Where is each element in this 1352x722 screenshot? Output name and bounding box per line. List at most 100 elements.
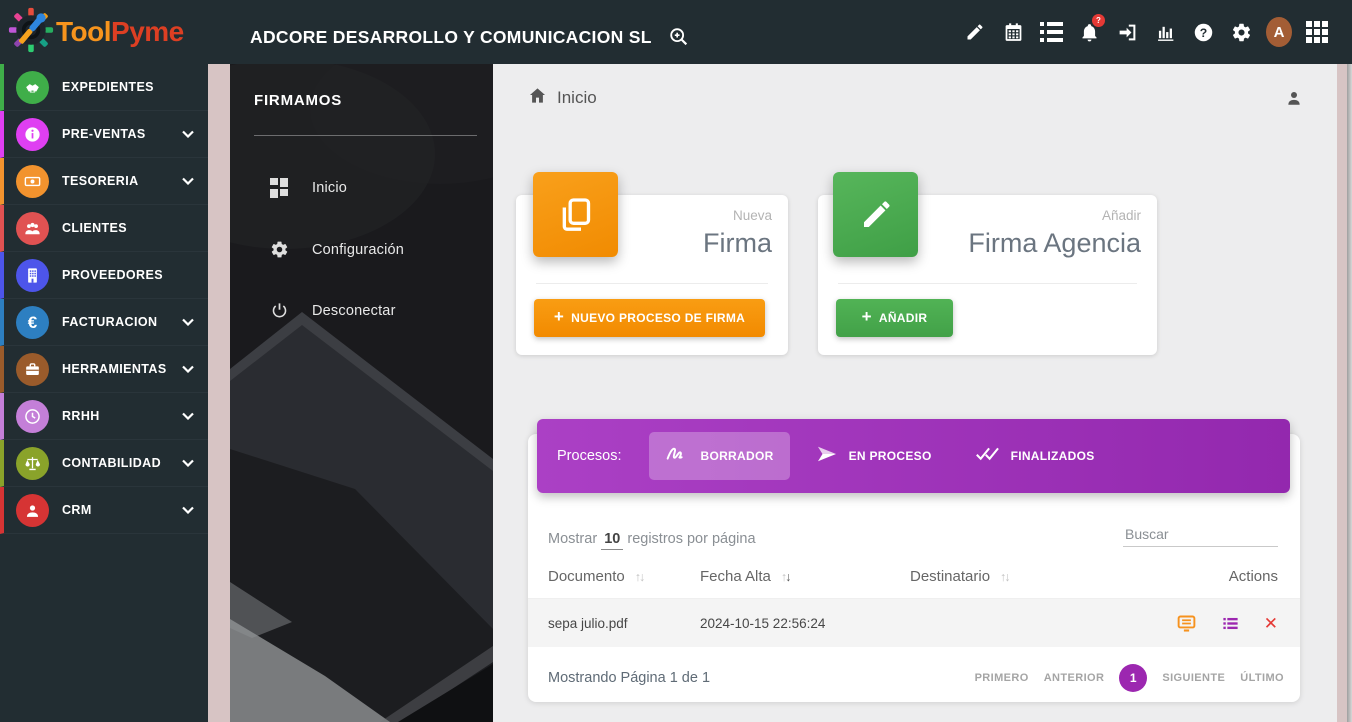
list-detail-icon[interactable] <box>1221 614 1240 633</box>
card-subtitle: Nueva <box>733 208 772 223</box>
scales-icon <box>16 447 49 480</box>
pencil-icon <box>833 172 918 257</box>
sidebar-item-contabilidad[interactable]: CONTABILIDAD <box>0 440 208 487</box>
sidebar-item-label: CRM <box>62 503 92 517</box>
column-header-fecha-alta[interactable]: Fecha Alta↑↓ <box>700 568 910 585</box>
cell-fecha-alta: 2024-10-15 22:56:24 <box>700 616 910 631</box>
sidebar-item-proveedores[interactable]: PROVEEDORES <box>0 252 208 299</box>
euro-icon: € <box>16 306 49 339</box>
chevron-down-icon <box>182 459 194 467</box>
sidebar-item-label: CONTABILIDAD <box>62 456 161 470</box>
sidebar-item-label: HERRAMIENTAS <box>62 362 167 376</box>
svg-text:?: ? <box>1199 25 1206 39</box>
pagination-previous[interactable]: ANTERIOR <box>1044 672 1105 684</box>
sidebar-item-label: PROVEEDORES <box>62 268 163 282</box>
panel-item-label: Desconectar <box>312 303 396 319</box>
table-row: sepa julio.pdf 2024-10-15 22:56:24 ✕ <box>528 599 1300 647</box>
tab-en-proceso[interactable]: EN PROCESO <box>800 432 948 481</box>
pagination-current-page[interactable]: 1 <box>1119 664 1147 692</box>
zoom-in-icon[interactable] <box>668 26 690 48</box>
settings-gear-icon[interactable] <box>1222 12 1260 52</box>
chevron-down-icon <box>182 130 194 138</box>
sidebar-item-rrhh[interactable]: RRHH <box>0 393 208 440</box>
building-icon <box>16 259 49 292</box>
page-length-select[interactable]: 10 <box>601 531 623 550</box>
panel-item-configuracion[interactable]: Configuración <box>230 240 493 259</box>
row-actions: ✕ <box>1070 613 1278 634</box>
sidebar-item-label: CLIENTES <box>62 221 127 235</box>
breadcrumb: Inicio <box>493 64 1337 132</box>
table-footer: Mostrando Página 1 de 1 PRIMERO ANTERIOR… <box>528 647 1300 709</box>
tab-finalizados[interactable]: FINALIZADOS <box>958 432 1111 480</box>
top-icon-bar: ? ? A <box>956 12 1352 52</box>
sidebar-item-pre-ventas[interactable]: PRE-VENTAS <box>0 111 208 158</box>
sidebar-item-clientes[interactable]: CLIENTES <box>0 205 208 252</box>
sidebar-item-label: PRE-VENTAS <box>62 127 146 141</box>
help-icon[interactable]: ? <box>1184 12 1222 52</box>
panel-item-desconectar[interactable]: Desconectar <box>230 301 493 320</box>
sidebar-item-herramientas[interactable]: HERRAMIENTAS <box>0 346 208 393</box>
page-summary: Mostrando Página 1 de 1 <box>548 670 710 686</box>
task-list-icon[interactable] <box>1032 12 1070 52</box>
sort-icons[interactable]: ↑↓ <box>781 570 790 584</box>
pagination-last[interactable]: ÚLTIMO <box>1240 672 1284 684</box>
divider <box>536 283 768 284</box>
card-title: Firma <box>703 228 772 259</box>
sidebar-item-label: FACTURACION <box>62 315 157 329</box>
panel-item-inicio[interactable]: Inicio <box>230 178 493 198</box>
tab-borrador[interactable]: BORRADOR <box>649 432 789 480</box>
nuevo-proceso-de-firma-button[interactable]: + NUEVO PROCESO DE FIRMA <box>534 299 765 337</box>
panel-item-label: Configuración <box>312 242 404 258</box>
panel-item-label: Inicio <box>312 180 347 196</box>
edit-icon[interactable] <box>956 12 994 52</box>
divider <box>838 283 1137 284</box>
sidebar-item-crm[interactable]: CRM <box>0 487 208 534</box>
pagination-next[interactable]: SIGUIENTE <box>1162 672 1225 684</box>
app-logo[interactable]: ToolPyme <box>0 7 212 58</box>
calendar-icon[interactable] <box>994 12 1032 52</box>
cell-documento: sepa julio.pdf <box>548 616 700 631</box>
processes-filter-bar: Procesos: BORRADOR EN PROCESO FINALIZADO… <box>537 419 1290 493</box>
column-header-documento[interactable]: Documento↑↓ <box>548 568 700 585</box>
column-header-destinatario[interactable]: Destinatario↑↓ <box>910 568 1070 585</box>
company-title: ADCORE DESARROLLO Y COMUNICACION SL <box>250 27 652 48</box>
logo-text: ToolPyme <box>56 16 184 48</box>
main-sidebar: EXPEDIENTES PRE-VENTAS TESORERIA CLIENTE… <box>0 64 208 722</box>
search-input[interactable] <box>1123 522 1278 547</box>
sidebar-item-label: TESORERIA <box>62 174 139 188</box>
apps-grid-icon[interactable] <box>1298 12 1336 52</box>
chevron-down-icon <box>182 318 194 326</box>
notifications-bell-icon[interactable]: ? <box>1070 12 1108 52</box>
briefcase-icon <box>16 353 49 386</box>
scrollbar[interactable] <box>1347 64 1352 722</box>
page-length-label: Mostrar 10 registros por página <box>548 531 756 547</box>
send-icon <box>816 445 838 468</box>
sidebar-item-label: RRHH <box>62 409 100 423</box>
sidebar-item-expedientes[interactable]: EXPEDIENTES <box>0 64 208 111</box>
power-icon <box>268 301 290 320</box>
delete-icon[interactable]: ✕ <box>1264 615 1278 632</box>
sidebar-item-tesoreria[interactable]: TESORERIA <box>0 158 208 205</box>
bar-chart-icon[interactable] <box>1146 12 1184 52</box>
breadcrumb-label[interactable]: Inicio <box>557 88 597 108</box>
notification-badge: ? <box>1092 14 1105 27</box>
info-icon <box>16 118 49 151</box>
sort-icons[interactable]: ↑↓ <box>635 570 644 584</box>
view-document-icon[interactable] <box>1176 613 1197 634</box>
anadir-button[interactable]: + AÑADIR <box>836 299 953 337</box>
sidebar-item-facturacion[interactable]: € FACTURACION <box>0 299 208 346</box>
sort-icons[interactable]: ↑↓ <box>1000 570 1009 584</box>
user-avatar[interactable]: A <box>1260 12 1298 52</box>
sidebar-item-label: EXPEDIENTES <box>62 80 154 94</box>
plus-icon: + <box>554 307 564 327</box>
sign-in-icon[interactable] <box>1108 12 1146 52</box>
signature-icon <box>665 445 689 467</box>
user-profile-icon[interactable] <box>1285 89 1303 107</box>
pagination: PRIMERO ANTERIOR 1 SIGUIENTE ÚLTIMO <box>975 664 1284 692</box>
user-icon <box>16 494 49 527</box>
double-check-icon <box>974 445 1000 467</box>
plus-icon: + <box>862 307 872 327</box>
gear-tools-logo-icon <box>8 7 54 58</box>
home-icon[interactable] <box>528 86 547 110</box>
pagination-first[interactable]: PRIMERO <box>975 672 1029 684</box>
